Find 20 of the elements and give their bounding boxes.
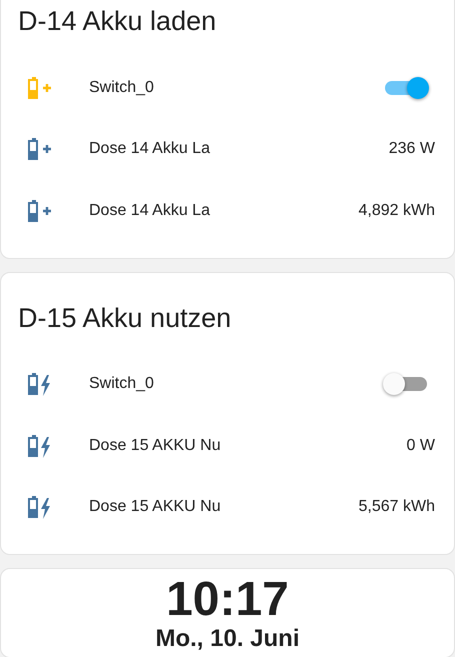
toggle-switch[interactable] [383,74,429,101]
entity-name: Dose 14 Akku La [89,202,211,220]
clock-time: 10:17 [166,575,289,625]
battery-bolt-icon [27,494,53,520]
entity-name: Dose 14 Akku La [89,140,211,158]
entity-name: Switch_0 [89,78,155,97]
entity-value: 5,567 kWh [358,498,435,516]
card-title: D-15 Akku nutzen [17,302,232,334]
battery-plus-icon [27,136,53,162]
card-title: D-14 Akku laden [17,5,216,37]
entity-value: 236 W [388,140,435,158]
battery-plus-icon [27,198,53,224]
entity-value: 0 W [406,436,435,455]
toggle-switch[interactable] [383,371,429,398]
entity-value: 4,892 kWh [358,202,435,220]
clock-date: Mo., 10. Juni [155,625,300,653]
entity-name: Dose 15 AKKU Nu [89,498,222,516]
entity-name: Switch_0 [89,375,155,394]
entity-name: Dose 15 AKKU Nu [89,436,222,455]
battery-bolt-icon [27,432,53,459]
